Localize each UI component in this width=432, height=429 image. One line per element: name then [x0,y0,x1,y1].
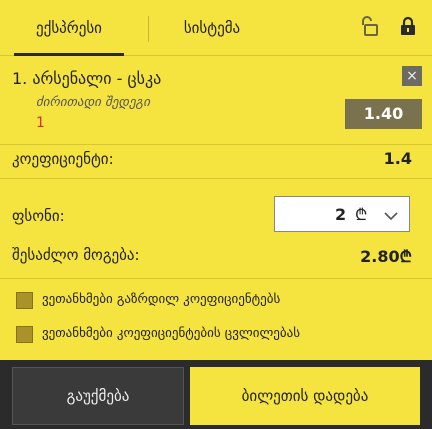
bet-type-tabs: ექსპრესი სისტემა [0,0,432,56]
lock-open-icon[interactable] [360,16,378,40]
payout-label: შესაძლო მოგება: [12,246,140,264]
divider [0,278,432,279]
checkbox-label: ვეთანხმები კოეფიციენტების ცვლილებას [42,326,301,341]
coefficient-value: 1.4 [383,149,412,168]
stake-input[interactable]: 2 ₾ [274,196,410,232]
close-icon[interactable]: × [402,66,422,86]
payout-value: 2.80₾ [360,247,412,266]
cancel-button[interactable]: გაუქმება [12,367,184,425]
bet-slip-panel: ექსპრესი სისტემა 1. არსენალი - ცსკა ძირი… [0,0,432,429]
divider [0,178,432,179]
currency-symbol: ₾ [355,205,368,224]
bet-event-title: 1. არსენალი - ცსკა [12,69,162,88]
action-bar: გაუქმება ბილეთის დადება [0,360,432,429]
checkbox-label: ვეთანხმები გაზრდილ კოეფიციენტებს [42,292,281,307]
place-bet-button[interactable]: ბილეთის დადება [190,367,420,425]
stake-label: ფსონი: [12,207,65,225]
tab-system[interactable]: სისტემა [160,0,264,55]
bet-item: 1. არსენალი - ცსკა ძირითადი შედეგი 1 × 1… [0,57,432,145]
tab-express[interactable]: ექსპრესი [12,0,126,56]
stake-value: 2 [335,205,347,224]
bet-pick: 1 [36,115,45,131]
checkbox-square[interactable] [16,326,33,343]
bet-market: ძირითადი შედეგი [36,95,150,110]
chevron-down-icon[interactable] [383,207,399,226]
bet-odds: 1.40 [345,99,422,129]
coefficient-label: კოეფიციენტი: [12,150,114,168]
checkbox-square[interactable] [16,292,33,309]
lock-icon[interactable] [400,16,416,40]
tab-divider [148,16,149,42]
